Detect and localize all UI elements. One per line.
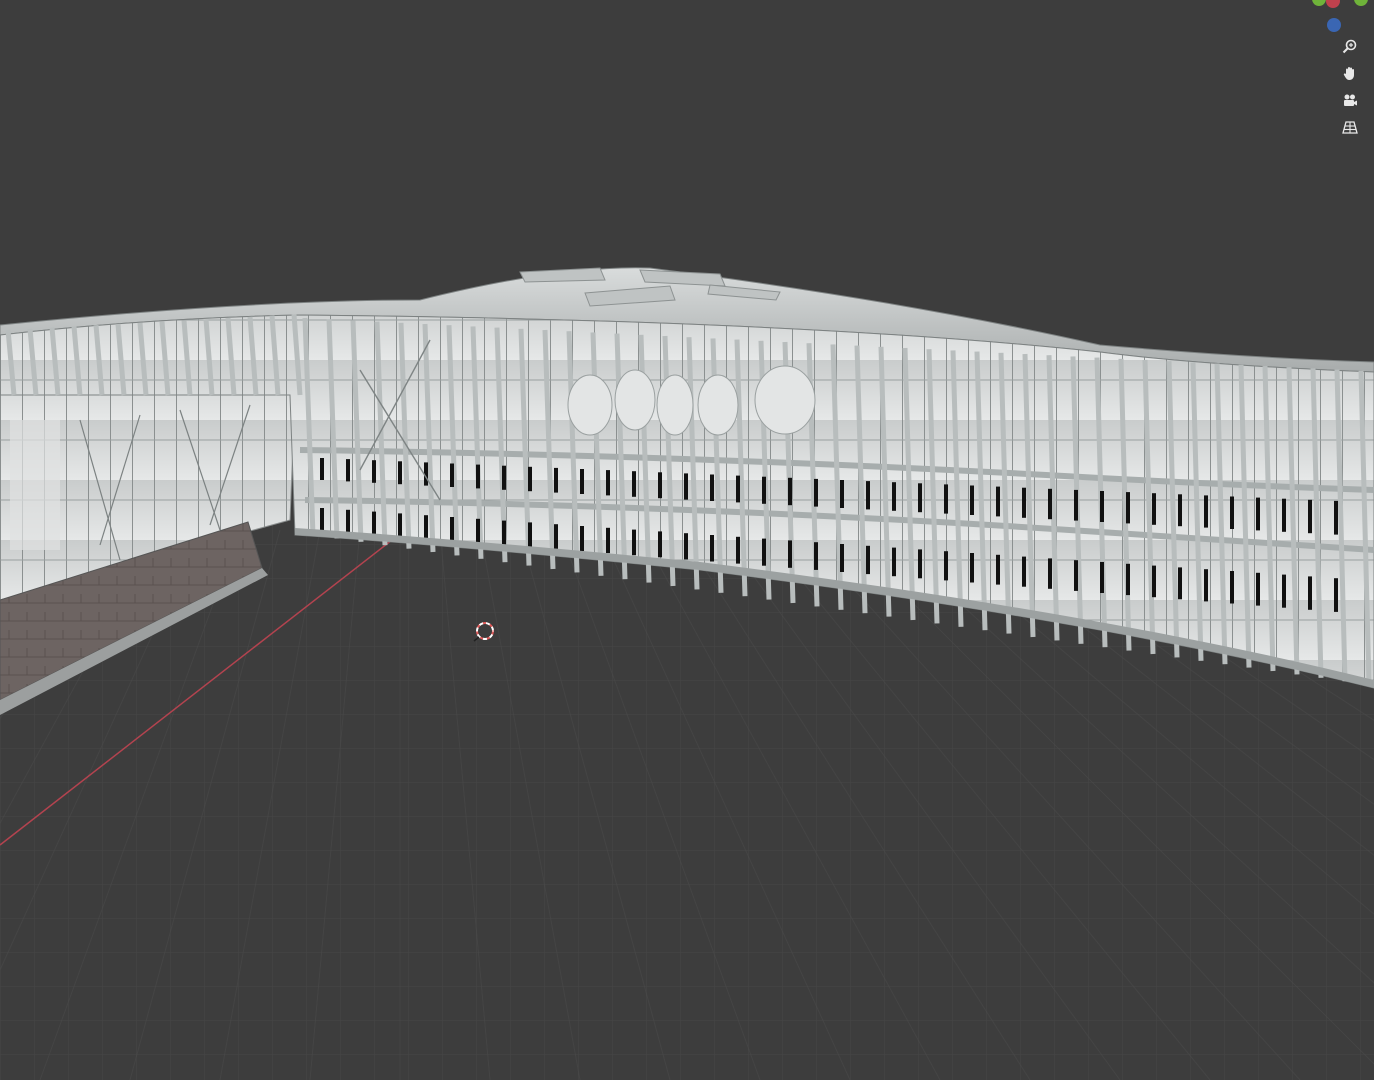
- scene-render[interactable]: [0, 0, 1374, 1080]
- camera-view-icon: [1344, 94, 1357, 106]
- pan-button[interactable]: [1338, 61, 1362, 85]
- perspective-grid-icon: [1342, 121, 1358, 134]
- zoom-button[interactable]: [1338, 34, 1362, 58]
- x-axis-dot[interactable]: [1326, 0, 1340, 8]
- perspective-toggle-button[interactable]: [1338, 115, 1362, 139]
- zoom-icon: [1342, 39, 1357, 54]
- camera-view-button[interactable]: [1338, 88, 1362, 112]
- y-axis-dot[interactable]: [1312, 0, 1326, 6]
- z-axis-dot[interactable]: [1327, 18, 1341, 32]
- navigation-panel: [1312, 0, 1374, 150]
- pan-hand-icon: [1343, 67, 1354, 80]
- y-axis-dot-2[interactable]: [1354, 0, 1368, 6]
- 3d-viewport[interactable]: [0, 0, 1374, 1080]
